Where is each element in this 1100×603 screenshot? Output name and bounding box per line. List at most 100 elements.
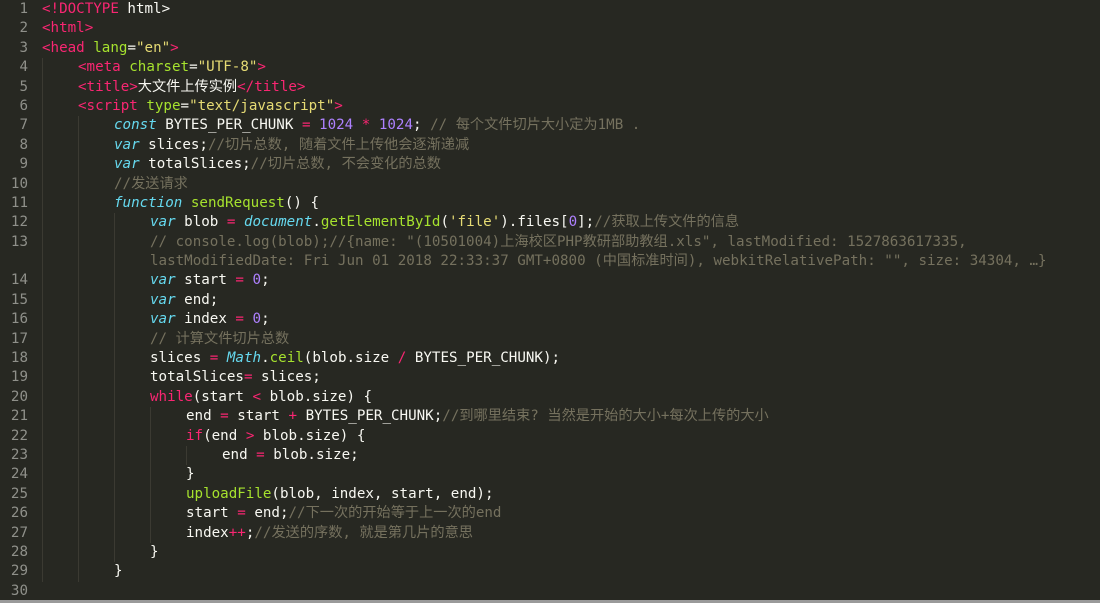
code-line[interactable]: 24} [0,465,1100,485]
code-token: = [243,369,253,386]
code-token: < [252,388,262,405]
line-number: 29 [10,563,28,580]
indent-guide [114,465,115,485]
code-line[interactable]: 23 end = blob.size; [0,446,1100,466]
line-number: 15 [10,291,28,308]
code-line[interactable]: 11 function sendRequest() { [0,193,1100,214]
code-line[interactable]: 8 var slices;//切片总数, 随着文件上传他会逐渐递减 [0,135,1100,156]
code-line[interactable]: 30 [0,582,1100,601]
code-token: (blob.size [303,350,398,367]
code-token: // console.log(blob);//{name: "(10501004… [150,233,1047,270]
indent-guide [42,329,43,350]
line-number: 20 [10,388,28,405]
code-line[interactable]: 17 // 计算文件切片总数 [0,329,1100,350]
code-line[interactable]: 9 var totalSlices;//切片总数, 不会变化的总数 [0,155,1100,175]
code-token: = [235,311,244,328]
code-line[interactable]: 27 index++;//发送的序数, 就是第几片的意思 [0,523,1100,543]
indent-guide [78,155,79,175]
code-text: <html> [42,19,93,38]
code-line[interactable]: 21 end = start + BYTES_PER_CHUNK;//到哪里结束?… [0,407,1100,427]
code-token: BYTES_PER_CHUNK [156,117,302,134]
indent-guide [78,174,79,194]
code-text: <head lang="en"> [42,39,179,58]
indent-guide [114,271,115,291]
indent-guide [42,504,43,524]
code-token: totalSlices [150,369,244,386]
code-line[interactable]: 18 slices = Math.ceil(blob.size / BYTES_P… [0,349,1100,369]
code-text: } [114,562,123,581]
indent-guide [42,446,43,466]
code-token: 0 [252,311,262,328]
indent-guide [78,290,79,311]
indent-guide [78,232,79,272]
indent-guide [42,465,43,485]
code-text: const BYTES_PER_CHUNK = 1024 * 1024; // … [114,116,640,135]
code-line[interactable]: 29} [0,562,1100,582]
code-token: blob.size) { [261,388,373,405]
code-line[interactable]: 13 // console.log(blob);//{name: "(105010… [0,232,1100,272]
code-token: } [114,563,123,580]
code-line[interactable]: 7 const BYTES_PER_CHUNK = 1024 * 1024; //… [0,116,1100,136]
code-token: ceil [269,350,304,367]
code-text: // 计算文件切片总数 [150,330,289,349]
code-line[interactable]: 2 <html> [0,19,1100,38]
code-line[interactable]: 15 var end; [0,290,1100,311]
code-token: //下一次的开始等于上一次的end [288,505,502,522]
indent-guide [114,407,115,427]
code-line[interactable]: 19 totalSlices= slices; [0,368,1100,388]
code-token: 1024 [319,117,354,134]
code-token: var [114,136,140,153]
code-text: uploadFile(blob, index, start, end); [186,485,494,504]
code-line[interactable]: 28} [0,542,1100,563]
line-number: 17 [10,330,28,347]
indent-guide [78,329,79,350]
code-line[interactable]: 25 uploadFile(blob, index, start, end); [0,484,1100,505]
code-line[interactable]: 4 <meta charset="UTF-8"> [0,58,1100,78]
line-number: 6 [19,97,28,114]
code-token: //获取上传文件的信息 [594,214,740,231]
indent-guide [114,213,115,233]
indent-guide [150,446,151,466]
indent-guide [42,349,43,369]
code-token: //发送请求 [114,175,188,192]
line-number: 5 [19,78,28,95]
line-number: 25 [10,485,28,502]
code-text: <!DOCTYPE html> [42,0,170,19]
indent-guide [42,523,43,543]
code-line[interactable]: 14 var start = 0; [0,271,1100,291]
code-text: <title>大文件上传实例</title> [78,78,305,97]
code-token: totalSlices; [139,156,251,173]
code-token: start [228,408,289,425]
code-line[interactable]: 6 <script type="text/javascript"> [0,96,1100,117]
code-line[interactable]: 26 start = end;//下一次的开始等于上一次的end [0,504,1100,524]
code-line[interactable]: 12 var blob = document.getElementById('fi… [0,213,1100,233]
code-line[interactable]: 1 <!DOCTYPE html> [0,0,1100,19]
code-text: if(end > blob.size) { [186,427,365,446]
code-line[interactable]: 3 <head lang="en"> [0,39,1100,58]
code-editor[interactable]: 1 <!DOCTYPE html> 2 <html> 3 <head lang="en">… [0,0,1100,603]
code-line[interactable]: 20 while(start < blob.size) { [0,387,1100,408]
code-line[interactable]: 16 var index = 0; [0,310,1100,330]
code-token: <head [42,39,85,56]
code-token: end; [175,291,219,308]
code-line[interactable]: 10 //发送请求 [0,174,1100,194]
indent-guide [42,290,43,311]
code-text: <script type="text/javascript"> [78,97,343,116]
code-token: () { [284,194,320,211]
indent-guide [78,465,79,485]
code-text: while(start < blob.size) { [150,388,372,407]
code-token: = [189,59,198,76]
line-number: 12 [10,214,28,231]
code-token: html> [118,1,171,17]
code-token: Math [226,350,262,367]
code-line[interactable]: 22 if(end > blob.size) { [0,426,1100,446]
code-line[interactable]: 5 <title>大文件上传实例</title> [0,77,1100,97]
code-text: slices = Math.ceil(blob.size / BYTES_PER… [150,349,560,368]
code-text: var start = 0; [150,271,270,290]
indent-guide [114,329,115,350]
